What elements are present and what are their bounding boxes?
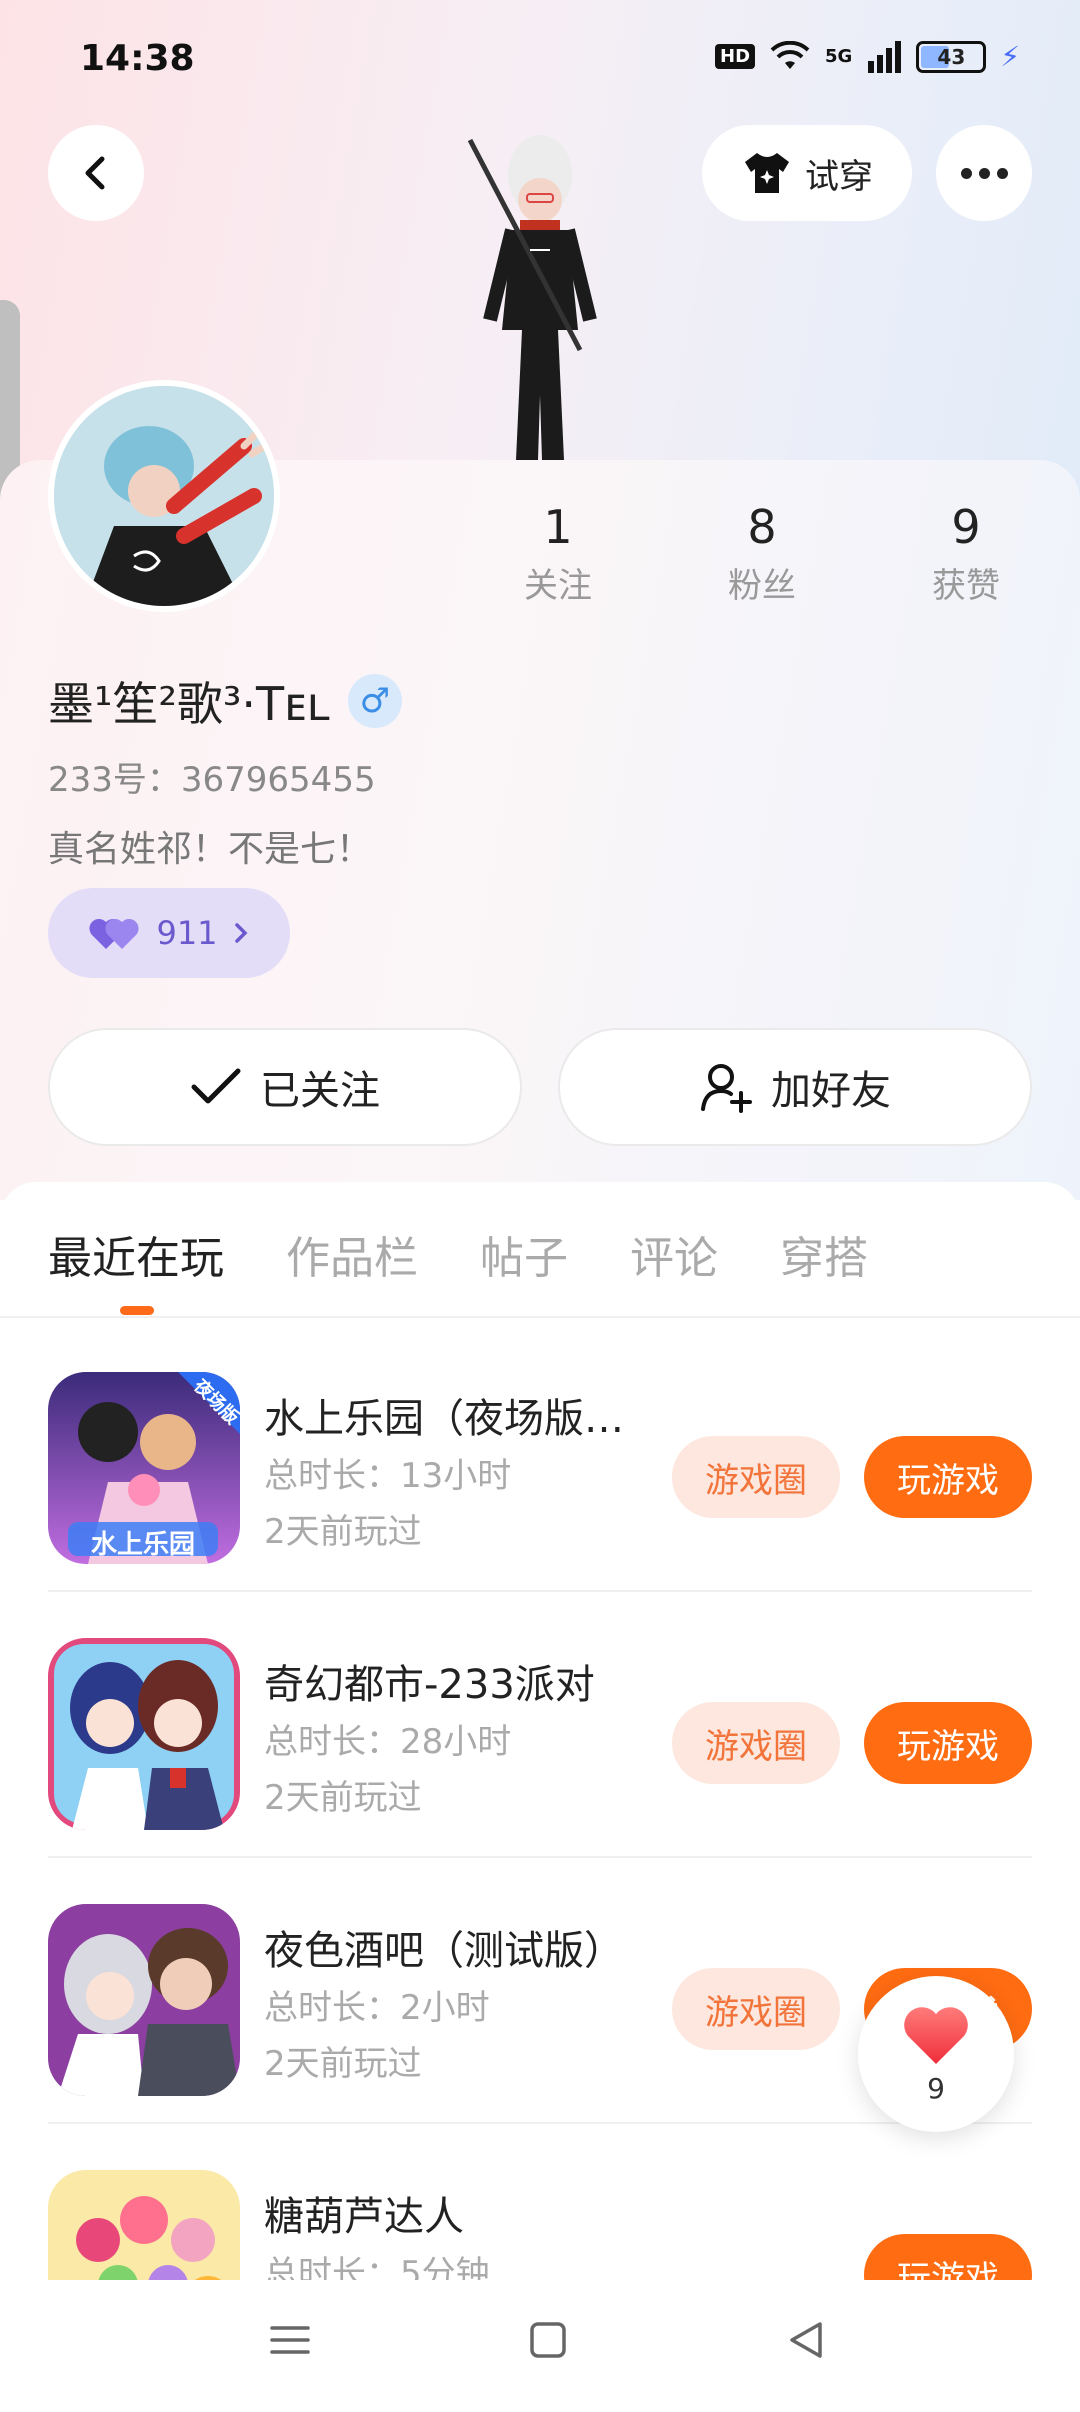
status-time: 14:38 bbox=[80, 38, 195, 79]
try-on-button[interactable]: 试穿 bbox=[702, 125, 912, 221]
game-last-played: 2天前玩过 bbox=[264, 2044, 422, 2084]
tabs-divider bbox=[0, 1316, 1080, 1318]
add-friend-label: 加好友 bbox=[771, 1068, 891, 1114]
game-name: 夜色酒吧（测试版） bbox=[264, 1928, 624, 1974]
stat-number: 9 bbox=[951, 500, 981, 554]
nav-home-button[interactable] bbox=[518, 2310, 578, 2370]
floating-like-button[interactable]: 9 bbox=[858, 1976, 1014, 2132]
stat-following[interactable]: 1 关注 bbox=[478, 500, 638, 607]
user-id: 233号：367965455 bbox=[48, 760, 376, 800]
double-heart-icon bbox=[89, 918, 140, 949]
game-icon-night-bar bbox=[48, 1904, 240, 2096]
avatar-image bbox=[54, 386, 274, 606]
following-label: 已关注 bbox=[260, 1068, 380, 1114]
chevron-left-icon bbox=[85, 156, 105, 190]
game-circle-button[interactable]: 游戏圈 bbox=[672, 1968, 840, 2050]
stat-label: 获赞 bbox=[932, 566, 1000, 606]
likes-pill-button[interactable]: 911 bbox=[48, 888, 290, 978]
tab-comments[interactable]: 评论 bbox=[630, 1222, 718, 1286]
wifi-icon bbox=[770, 40, 810, 69]
game-circle-button[interactable]: 游戏圈 bbox=[672, 1436, 840, 1518]
game-name: 奇幻都市-233派对 bbox=[264, 1662, 595, 1708]
system-nav-bar bbox=[0, 2280, 1080, 2412]
stat-label: 粉丝 bbox=[728, 566, 796, 606]
heart-icon bbox=[904, 2006, 968, 2064]
nav-menu-button[interactable] bbox=[260, 2310, 320, 2370]
game-last-played: 2天前玩过 bbox=[264, 1778, 422, 1818]
game-icon-fantasy-city bbox=[48, 1638, 240, 1830]
battery-icon: 43 bbox=[916, 40, 987, 73]
stat-likes[interactable]: 9 获赞 bbox=[886, 500, 1046, 607]
profile-bio: 真名姓祁！不是七！ bbox=[48, 829, 373, 870]
stat-number: 1 bbox=[543, 500, 573, 554]
game-icon-candied-haws bbox=[48, 2170, 240, 2280]
male-gender-icon: ♂ bbox=[347, 674, 402, 728]
checkmark-icon bbox=[191, 1068, 241, 1104]
game-duration: 总时长：28小时 bbox=[264, 1722, 512, 1762]
tab-works[interactable]: 作品栏 bbox=[286, 1222, 418, 1286]
stat-number: 8 bbox=[747, 500, 777, 554]
back-button[interactable] bbox=[48, 125, 144, 221]
game-list-item[interactable]: 糖葫芦达人 总时长：5分钟 玩游戏 bbox=[0, 2124, 1080, 2280]
menu-icon bbox=[270, 2326, 310, 2354]
play-game-button[interactable]: 玩游戏 bbox=[864, 1702, 1032, 1784]
game-last-played: 2天前玩过 bbox=[264, 1512, 422, 1552]
status-bar: 14:38 HD 5G 43 ⚡ bbox=[0, 0, 1080, 120]
stat-label: 关注 bbox=[524, 566, 592, 606]
try-on-label: 试穿 bbox=[805, 156, 873, 197]
likes-count: 911 bbox=[156, 914, 218, 952]
stat-followers[interactable]: 8 粉丝 bbox=[682, 500, 842, 607]
tab-outfits[interactable]: 穿搭 bbox=[780, 1222, 868, 1286]
game-icon-water-park: 夜场版 水上乐园 bbox=[48, 1372, 240, 1564]
game-duration: 总时长：2小时 bbox=[264, 1988, 490, 2028]
profile-name-row: 墨¹笙²歌³·Tᴇʟ ♂ bbox=[48, 668, 402, 734]
add-friend-button[interactable]: 加好友 bbox=[558, 1028, 1032, 1146]
game-list-item[interactable]: 夜场版 水上乐园 水上乐园（夜场版… 总时长：13小时 2天前玩过 游戏圈 玩游… bbox=[0, 1326, 1080, 1592]
tab-posts[interactable]: 帖子 bbox=[480, 1222, 568, 1286]
chevron-right-icon bbox=[234, 923, 248, 943]
hd-icon: HD bbox=[715, 44, 756, 69]
following-button[interactable]: 已关注 bbox=[48, 1028, 522, 1146]
game-circle-button[interactable]: 游戏圈 bbox=[672, 1702, 840, 1784]
game-icon-title: 水上乐园 bbox=[90, 1530, 195, 1560]
profile-tabs: 最近在玩 作品栏 帖子 评论 穿搭 bbox=[48, 1222, 868, 1286]
signal-icon bbox=[868, 40, 902, 73]
battery-level: 43 bbox=[937, 44, 966, 69]
character-3d-figure bbox=[467, 135, 597, 460]
charging-icon: ⚡ bbox=[1000, 40, 1020, 73]
tshirt-icon bbox=[745, 153, 789, 193]
play-game-button[interactable]: 玩游戏 bbox=[864, 2234, 1032, 2280]
status-icons: HD 5G 43 ⚡ bbox=[715, 40, 1020, 73]
game-duration: 总时长：13小时 bbox=[264, 1456, 512, 1496]
game-name: 水上乐园（夜场版… bbox=[264, 1396, 624, 1442]
active-tab-indicator bbox=[120, 1306, 154, 1315]
like-count: 9 bbox=[927, 2071, 945, 2105]
avatar[interactable] bbox=[48, 380, 280, 612]
game-list-item[interactable]: 奇幻都市-233派对 总时长：28小时 2天前玩过 游戏圈 玩游戏 bbox=[0, 1592, 1080, 1858]
more-options-button[interactable] bbox=[936, 125, 1032, 221]
game-duration: 总时长：5分钟 bbox=[264, 2254, 490, 2280]
back-triangle-icon bbox=[790, 2322, 822, 2358]
profile-name: 墨¹笙²歌³·Tᴇʟ bbox=[48, 677, 330, 731]
tab-recently-played[interactable]: 最近在玩 bbox=[48, 1222, 224, 1286]
more-dots-icon bbox=[960, 167, 972, 179]
add-user-icon bbox=[701, 1064, 752, 1113]
nav-back-button[interactable] bbox=[776, 2310, 836, 2370]
game-name: 糖葫芦达人 bbox=[264, 2194, 464, 2240]
play-game-button[interactable]: 玩游戏 bbox=[864, 1436, 1032, 1518]
home-square-icon bbox=[530, 2322, 566, 2358]
network-5g-label: 5G bbox=[825, 46, 853, 67]
